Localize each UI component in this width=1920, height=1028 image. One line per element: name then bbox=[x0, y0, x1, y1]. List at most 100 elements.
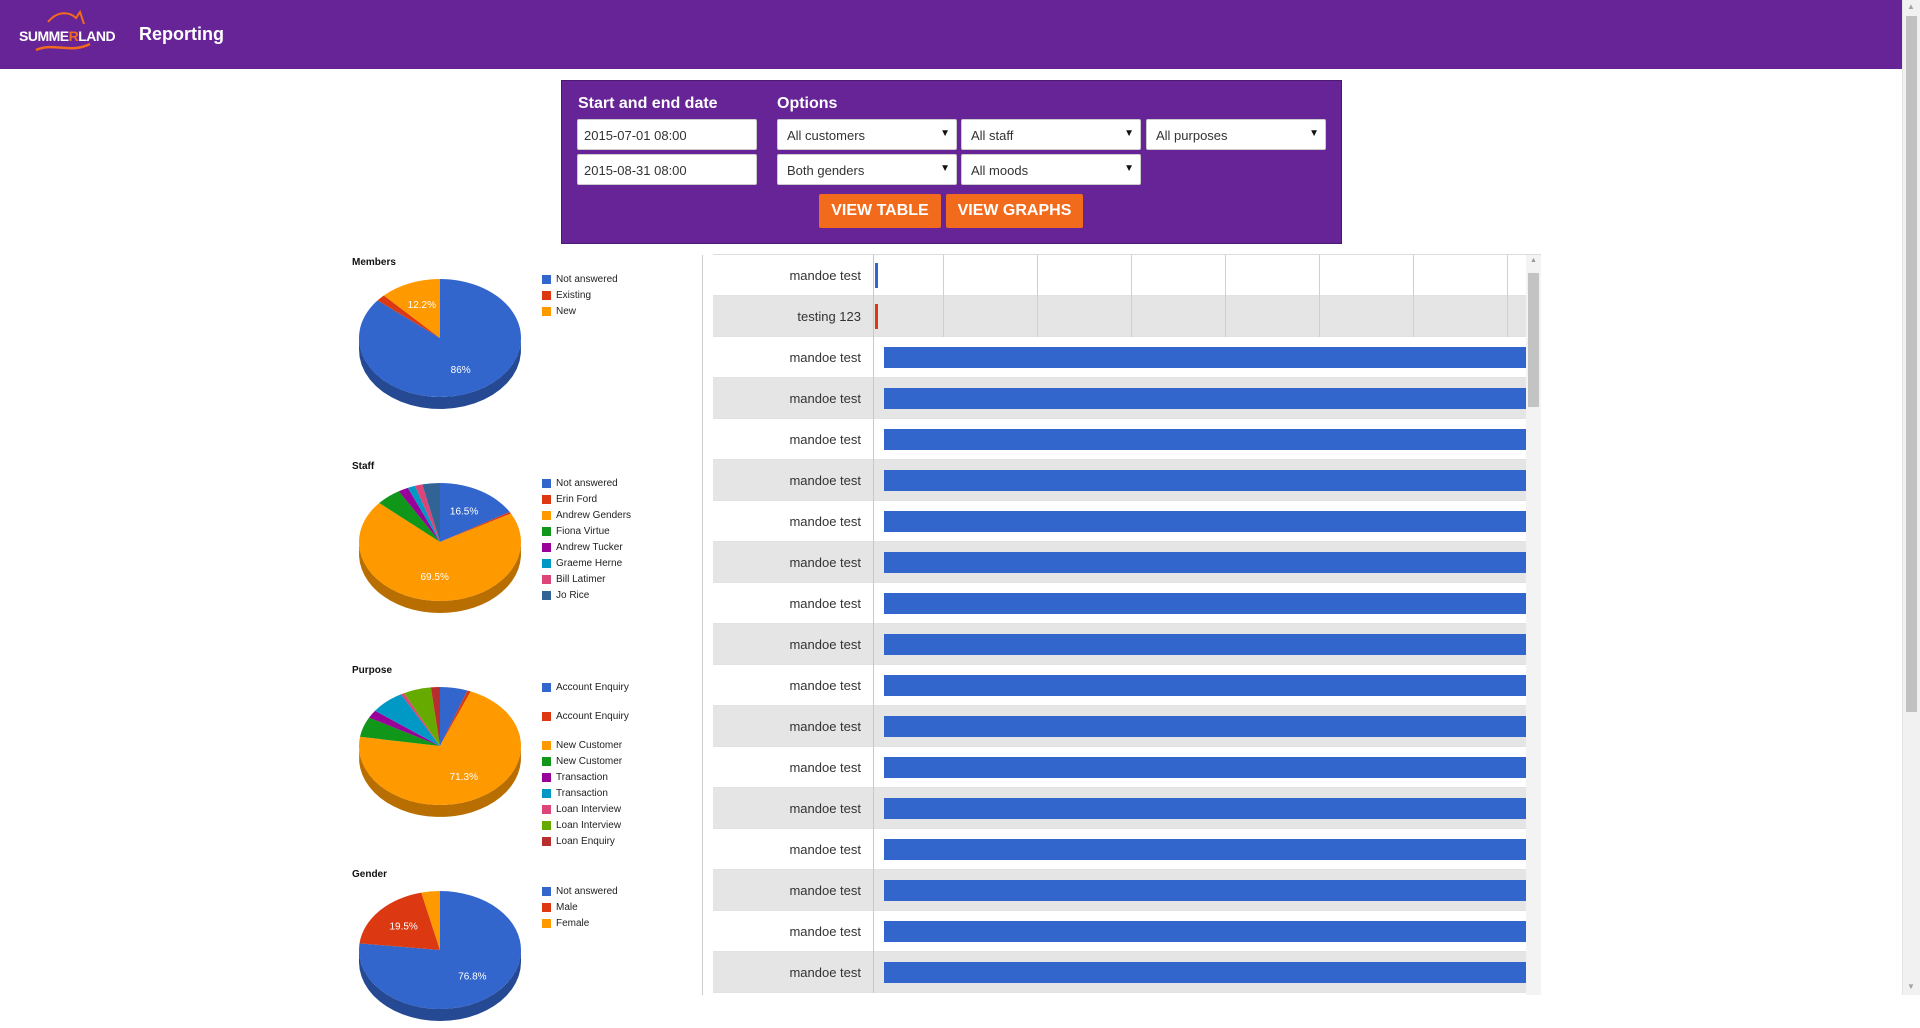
gridline bbox=[1037, 255, 1038, 296]
legend-swatch bbox=[542, 307, 551, 316]
genders-select[interactable]: Both genders ▼ bbox=[777, 154, 957, 185]
start-date-input[interactable]: 2015-07-01 08:00 bbox=[577, 119, 757, 150]
chart-scrollbar[interactable]: ▲ bbox=[1526, 255, 1541, 995]
purposes-select[interactable]: All purposes ▼ bbox=[1146, 119, 1326, 150]
scroll-down-icon[interactable]: ▼ bbox=[1907, 982, 1915, 991]
gridline bbox=[1225, 296, 1226, 337]
bar-row: mandoe test bbox=[713, 419, 1526, 460]
pie-chart-purpose: 71.3% bbox=[359, 687, 521, 817]
bar[interactable] bbox=[884, 347, 1526, 368]
moods-select[interactable]: All moods ▼ bbox=[961, 154, 1141, 185]
genders-select-value: Both genders bbox=[787, 163, 865, 178]
legend-label: Andrew Genders bbox=[556, 510, 632, 521]
legend-swatch bbox=[542, 575, 551, 584]
pie-slice-label: 69.5% bbox=[420, 572, 448, 583]
pie-chart-staff: 16.5% 69.5% bbox=[359, 483, 521, 613]
legend-swatch bbox=[542, 712, 551, 721]
bar-label: mandoe test bbox=[789, 637, 861, 652]
bar-axis bbox=[873, 788, 874, 829]
filter-panel: Start and end date Options 2015-07-01 08… bbox=[561, 80, 1342, 244]
pie-slice-label: 71.3% bbox=[450, 772, 478, 783]
date-range-heading: Start and end date bbox=[578, 95, 718, 112]
caret-down-icon: ▼ bbox=[940, 163, 950, 174]
legend-swatch bbox=[542, 821, 551, 830]
bar-chart: mandoe test mandoe test mandoe test mandoe … bbox=[713, 254, 1541, 995]
scroll-up-icon[interactable]: ▲ bbox=[1907, 2, 1915, 11]
bar[interactable] bbox=[875, 304, 878, 329]
legend-swatch bbox=[542, 773, 551, 782]
bar-row: mandoe test bbox=[713, 911, 1526, 952]
moods-select-value: All moods bbox=[971, 163, 1029, 178]
customers-select[interactable]: All customers ▼ bbox=[777, 119, 957, 150]
bar[interactable] bbox=[884, 880, 1526, 901]
bar-label: mandoe test bbox=[789, 268, 861, 283]
page-scrollbar[interactable]: ▲ ▼ bbox=[1902, 0, 1920, 995]
view-table-button[interactable]: VIEW TABLE bbox=[819, 194, 941, 228]
page-scrollbar-thumb[interactable] bbox=[1906, 16, 1917, 712]
bar-row: mandoe test bbox=[713, 870, 1526, 911]
bar-axis bbox=[873, 337, 874, 378]
bar-row: mandoe test bbox=[713, 747, 1526, 788]
bar-label: mandoe test bbox=[789, 965, 861, 980]
gridline bbox=[1413, 296, 1414, 337]
caret-down-icon: ▼ bbox=[1309, 128, 1319, 139]
bar-label: mandoe test bbox=[789, 924, 861, 939]
bar-row: mandoe test bbox=[713, 829, 1526, 870]
bar-row: mandoe test bbox=[713, 624, 1526, 665]
top-bar: SUMMERLAND Reporting bbox=[0, 0, 1902, 69]
bar-row: mandoe test bbox=[713, 337, 1526, 378]
bar-axis bbox=[873, 706, 874, 747]
bar-label: mandoe test bbox=[789, 760, 861, 775]
gridline bbox=[1507, 255, 1508, 296]
bar-row: testing 123 bbox=[713, 296, 1526, 337]
bar[interactable] bbox=[884, 839, 1526, 860]
bar-label: mandoe test bbox=[789, 842, 861, 857]
bar[interactable] bbox=[884, 757, 1526, 778]
legend-label: Jo Rice bbox=[556, 590, 590, 601]
legend-label: New Customer bbox=[556, 740, 623, 751]
bar-axis bbox=[873, 952, 874, 993]
chart-scrollbar-thumb[interactable] bbox=[1528, 273, 1539, 407]
scroll-up-icon[interactable]: ▲ bbox=[1530, 257, 1537, 264]
legend-label: Transaction bbox=[556, 788, 608, 799]
legend-label: Loan Interview bbox=[556, 820, 622, 831]
staff-select[interactable]: All staff ▼ bbox=[961, 119, 1141, 150]
summerland-logo[interactable]: SUMMERLAND bbox=[18, 8, 122, 62]
gridline bbox=[943, 296, 944, 337]
bar[interactable] bbox=[884, 388, 1526, 409]
bar[interactable] bbox=[884, 962, 1526, 983]
legend-label: Andrew Tucker bbox=[556, 542, 623, 553]
bar[interactable] bbox=[884, 552, 1526, 573]
view-graphs-button[interactable]: VIEW GRAPHS bbox=[946, 194, 1083, 228]
legend-swatch bbox=[542, 757, 551, 766]
bar[interactable] bbox=[884, 798, 1526, 819]
bar-label: mandoe test bbox=[789, 719, 861, 734]
bar[interactable] bbox=[884, 921, 1526, 942]
legend-swatch bbox=[542, 495, 551, 504]
legend-label: Existing bbox=[556, 290, 592, 301]
customers-select-value: All customers bbox=[787, 128, 866, 143]
legend-label: New Customer bbox=[556, 756, 623, 767]
logo-wordmark: SUMMERLAND bbox=[19, 28, 116, 44]
bar[interactable] bbox=[884, 634, 1526, 655]
bar-row: mandoe test bbox=[713, 665, 1526, 706]
staff-select-value: All staff bbox=[971, 128, 1014, 143]
bar[interactable] bbox=[884, 716, 1526, 737]
end-date-input[interactable]: 2015-08-31 08:00 bbox=[577, 154, 757, 185]
bar-label: mandoe test bbox=[789, 678, 861, 693]
pie-chart-members: 86% 12.2% bbox=[359, 279, 521, 409]
bar[interactable] bbox=[875, 263, 878, 288]
legend-label: Female bbox=[556, 918, 590, 929]
bar[interactable] bbox=[884, 470, 1526, 491]
bar[interactable] bbox=[884, 511, 1526, 532]
bar[interactable] bbox=[884, 593, 1526, 614]
bar-row: mandoe test bbox=[713, 952, 1526, 993]
bar-axis bbox=[873, 829, 874, 870]
bar[interactable] bbox=[884, 675, 1526, 696]
bar-row: mandoe test bbox=[713, 706, 1526, 747]
bar[interactable] bbox=[884, 429, 1526, 450]
legend-label: Transaction bbox=[556, 772, 608, 783]
legend-label: Account Enquiry bbox=[556, 711, 629, 722]
bar-axis bbox=[873, 501, 874, 542]
bar-axis bbox=[873, 419, 874, 460]
